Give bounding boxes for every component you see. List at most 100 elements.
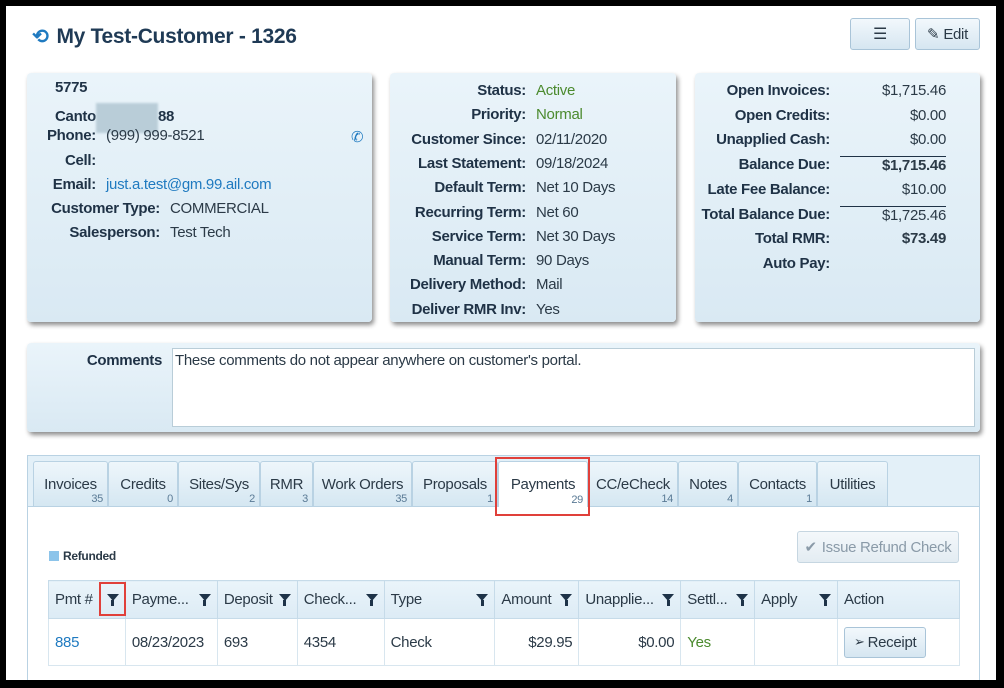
status-row: Delivery Method: Mail [390,276,563,300]
status-row: Recurring Term: Net 60 [390,204,579,228]
column-header[interactable]: Payme... [124,580,218,619]
highlight-payments-tab-box [495,457,590,516]
cell-deposit: 693 [216,618,298,666]
tab-contacts[interactable]: Contacts 1 [738,461,817,506]
cell-pmt[interactable]: 885 [48,618,126,666]
salesperson-value: Test Tech [170,224,231,241]
balance-row: Open Invoices: $1,715.46 [695,82,947,106]
zip-end: 88 [158,108,175,125]
balance-value: $0.00 [909,106,946,124]
status-label: Status: [477,82,526,99]
refunded-label: Refunded [63,549,116,563]
payments-table: Pmt # Payme... Deposit Check... Type Amount Un… [48,580,960,666]
column-header[interactable]: Type [383,580,496,619]
receipt-label: Receipt [867,633,917,651]
email-link[interactable]: just.a.test@gm.99.ail.com [106,176,272,200]
table-header-row: Pmt # Payme... Deposit Check... Type Amount Un… [48,580,960,619]
edit-button[interactable]: ✎ Edit [915,18,980,50]
column-header-label: Deposit [223,591,273,608]
tab-label: Sites/Sys [189,476,249,493]
contact-card: 5775 Canto 88 Phone: (999) 999-8521 ✆ Cell… [27,73,372,322]
column-header[interactable]: Unapplie... [578,580,682,619]
filter-icon[interactable] [736,594,749,606]
phone-icon[interactable]: ✆ [351,128,364,146]
column-header-label: Apply [761,591,798,608]
tab-label: Notes [689,476,727,493]
receipt-button[interactable]: ➢ Receipt [844,626,927,658]
refunded-legend: Refunded [49,549,116,563]
balance-label: Total RMR: [754,230,830,248]
tab-rmr[interactable]: RMR 3 [260,461,313,506]
cell-action: ➢ Receipt [837,618,960,666]
refunded-swatch [49,551,59,561]
balances-card: Open Invoices: $1,715.46 Open Credits: $0.0… [695,73,980,322]
tab-count: 1 [806,493,812,505]
cell-check: 4354 [296,618,385,666]
tab-count: 0 [167,493,173,505]
column-header-label: Check... [303,591,357,608]
tab-work-orders[interactable]: Work Orders 35 [313,461,412,506]
column-header[interactable]: Check... [296,580,385,619]
phone-row: Phone: (999) 999-8521 [27,127,205,151]
filter-icon[interactable] [365,594,378,606]
status-row: Last Statement: 09/18/2024 [390,155,608,179]
column-header[interactable]: Action [837,580,960,619]
cell-date: 08/23/2023 [124,618,218,666]
cell-unapplied: $0.00 [578,618,682,666]
issue-refund-check-button[interactable]: ✔ Issue Refund Check [797,531,959,563]
tab-notes[interactable]: Notes 4 [678,461,738,506]
tab-proposals[interactable]: Proposals 1 [412,461,498,506]
filter-icon[interactable] [198,594,211,606]
tab-label: Proposals [422,476,487,493]
address-line-1: 5775 [55,79,88,96]
menu-button[interactable]: ☰ [850,18,910,50]
balance-label: Late Fee Balance: [707,180,831,198]
tab-invoices[interactable]: Invoices 35 [33,461,108,506]
history-icon[interactable]: ⟲ [32,24,49,49]
tab-label: Utilities [829,476,876,493]
tab-count: 3 [302,493,308,505]
status-label: Service Term: [431,227,527,245]
tab-cc-echeck[interactable]: CC/eCheck 14 [588,461,678,506]
tab-sites-sys[interactable]: Sites/Sys 2 [178,461,260,506]
column-header[interactable]: Amount [494,580,580,619]
filter-icon[interactable] [560,594,573,606]
edit-icon: ✎ [927,26,940,43]
comments-textarea[interactable]: These comments do not appear anywhere on… [172,348,975,427]
tab-label: Work Orders [321,476,404,493]
balance-label: Auto Pay: [762,254,831,272]
column-header[interactable]: Settl... [680,580,756,619]
tab-credits[interactable]: Credits 0 [108,461,178,506]
status-value: 90 Days [536,252,589,270]
balance-label: Balance Due: [738,156,831,174]
balance-row: Auto Pay: [695,255,946,279]
balance-value: $73.49 [901,230,946,248]
check-circle-icon: ✔ [804,539,818,556]
column-header[interactable]: Apply [754,580,839,619]
status-row: Manual Term: 90 Days [390,252,589,276]
status-row: Customer Since: 02/11/2020 [390,131,607,155]
table-row: 885 08/23/2023 693 4354 Check $29.95 $0.00 Yes ➢… [48,618,960,666]
cell-type: Check [383,618,496,666]
cell-apply [754,618,839,666]
tab-utilities[interactable]: Utilities [817,461,888,506]
column-header-label: Payme... [131,591,189,608]
status-card: Status: Active Priority: Normal Customer Sin… [390,73,676,322]
column-header[interactable]: Deposit [216,580,298,619]
filter-icon[interactable] [819,594,832,606]
filter-icon[interactable] [476,594,489,606]
tab-label: Invoices [44,476,97,493]
column-header-label: Action [844,591,884,608]
status-value: 09/18/2024 [536,154,609,172]
cell-label: Cell: [64,152,96,169]
customer-type-value: COMMERCIAL [170,200,269,217]
status-value: Net 30 Days [536,227,616,245]
cell-settled: Yes [680,618,756,666]
filter-icon[interactable] [278,594,291,606]
tab-count: 4 [727,493,733,505]
balance-row: Late Fee Balance: $10.00 [695,180,947,205]
balance-row: Unapplied Cash: $0.00 [695,131,946,155]
filter-icon[interactable] [662,594,675,606]
status-value: Net 10 Days [536,179,616,197]
status-row: Default Term: Net 10 Days [390,179,615,203]
